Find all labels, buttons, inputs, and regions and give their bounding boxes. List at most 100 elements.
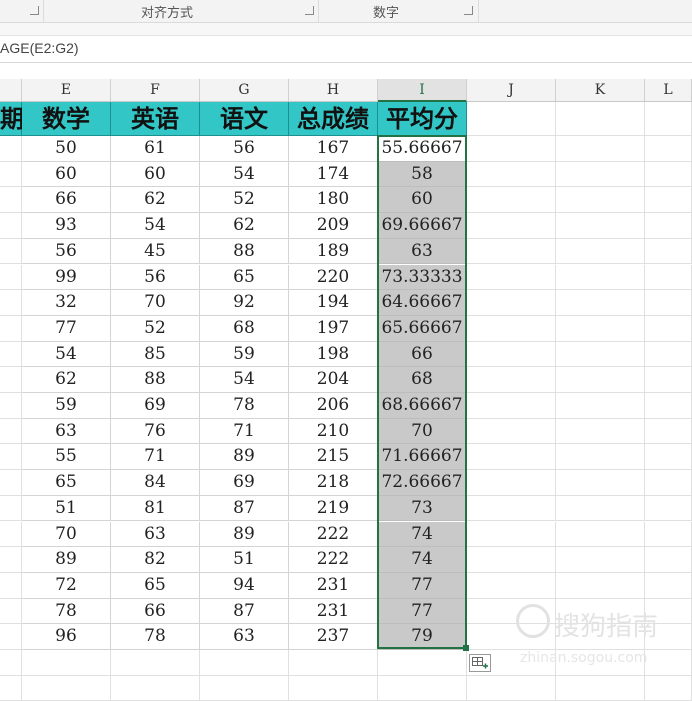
empty-cell[interactable]	[645, 470, 692, 496]
cell-e[interactable]: 51	[22, 495, 111, 522]
cell-e[interactable]: 66	[22, 187, 111, 214]
empty-cell[interactable]	[556, 161, 645, 188]
cell-h[interactable]: 206	[289, 393, 378, 419]
cell-f[interactable]: 61	[111, 136, 200, 162]
empty-cell[interactable]	[645, 418, 692, 445]
empty-cell[interactable]	[467, 393, 556, 419]
dialog-launcher-icon[interactable]	[305, 6, 314, 15]
dialog-launcher-icon[interactable]	[30, 6, 39, 15]
empty-cell[interactable]	[556, 213, 645, 239]
empty-cell[interactable]	[378, 650, 467, 676]
cell-e[interactable]: 50	[22, 136, 111, 162]
cell-f[interactable]: 78	[111, 624, 200, 650]
column-header-f[interactable]: F	[111, 79, 200, 102]
empty-cell[interactable]	[556, 238, 645, 265]
header-cell-chinese[interactable]: 语文	[200, 102, 289, 136]
empty-cell[interactable]	[645, 675, 692, 701]
cell-h[interactable]: 222	[289, 521, 378, 548]
empty-cell[interactable]	[556, 675, 645, 701]
empty-cell[interactable]	[645, 187, 692, 214]
cell-g[interactable]: 71	[200, 418, 289, 445]
cell-e[interactable]: 62	[22, 367, 111, 393]
cell-e[interactable]: 55	[22, 444, 111, 471]
empty-cell[interactable]	[0, 264, 22, 291]
cell-e[interactable]: 63	[22, 418, 111, 445]
cell-g[interactable]: 54	[200, 161, 289, 188]
cell-g[interactable]: 62	[200, 213, 289, 239]
empty-cell[interactable]	[0, 161, 22, 188]
cell-e[interactable]: 59	[22, 393, 111, 419]
empty-cell[interactable]	[467, 213, 556, 239]
quick-analysis-button[interactable]	[469, 654, 491, 672]
empty-cell[interactable]	[556, 290, 645, 316]
dialog-launcher-icon[interactable]	[464, 6, 473, 15]
cell-i[interactable]: 77	[378, 572, 467, 599]
cell-f[interactable]: 84	[111, 470, 200, 496]
cell-g[interactable]: 52	[200, 187, 289, 214]
empty-cell[interactable]	[0, 136, 22, 162]
header-cell-total[interactable]: 总成绩	[289, 102, 378, 136]
empty-cell[interactable]	[467, 341, 556, 368]
cell-f[interactable]: 85	[111, 341, 200, 368]
cell-f[interactable]: 71	[111, 444, 200, 471]
cell-f[interactable]: 45	[111, 238, 200, 265]
cell-f[interactable]: 63	[111, 521, 200, 548]
empty-cell[interactable]	[556, 418, 645, 445]
cell-g[interactable]: 63	[200, 624, 289, 650]
empty-cell[interactable]	[556, 444, 645, 471]
empty-cell[interactable]	[645, 213, 692, 239]
column-header-d[interactable]	[0, 79, 22, 102]
cell-i[interactable]: 79	[378, 624, 467, 650]
empty-cell[interactable]	[467, 290, 556, 316]
empty-cell[interactable]	[645, 572, 692, 599]
empty-cell[interactable]	[467, 675, 556, 701]
empty-cell[interactable]	[289, 675, 378, 701]
empty-cell[interactable]	[556, 547, 645, 573]
cell-f[interactable]: 82	[111, 547, 200, 573]
empty-cell[interactable]	[0, 495, 22, 522]
empty-cell[interactable]	[111, 675, 200, 701]
empty-cell[interactable]	[0, 470, 22, 496]
cell-g[interactable]: 92	[200, 290, 289, 316]
cell-g[interactable]: 87	[200, 495, 289, 522]
cell-h[interactable]: 231	[289, 572, 378, 599]
cell-f[interactable]: 60	[111, 161, 200, 188]
cell-e[interactable]: 77	[22, 315, 111, 342]
empty-cell[interactable]	[645, 290, 692, 316]
cell-g[interactable]: 56	[200, 136, 289, 162]
empty-cell[interactable]	[467, 136, 556, 162]
cell-g[interactable]: 89	[200, 444, 289, 471]
cell-h[interactable]: 189	[289, 238, 378, 265]
column-header-i[interactable]: I	[378, 79, 467, 102]
cell-e[interactable]: 60	[22, 161, 111, 188]
cell-h[interactable]: 220	[289, 264, 378, 291]
empty-cell[interactable]	[0, 341, 22, 368]
empty-cell[interactable]	[645, 650, 692, 676]
cell-h[interactable]: 174	[289, 161, 378, 188]
cell-g[interactable]: 88	[200, 238, 289, 265]
cell-f[interactable]: 54	[111, 213, 200, 239]
empty-cell[interactable]	[645, 102, 692, 136]
cell-f[interactable]: 65	[111, 572, 200, 599]
empty-cell[interactable]	[467, 547, 556, 573]
cell-f[interactable]: 66	[111, 598, 200, 625]
empty-cell[interactable]	[645, 547, 692, 573]
cell-g[interactable]: 87	[200, 598, 289, 625]
empty-cell[interactable]	[556, 367, 645, 393]
cell-i[interactable]: 74	[378, 521, 467, 548]
cell-i[interactable]: 71.66667	[378, 444, 467, 471]
cell-i[interactable]: 64.66667	[378, 290, 467, 316]
empty-cell[interactable]	[556, 521, 645, 548]
cell-i[interactable]: 58	[378, 161, 467, 188]
empty-cell[interactable]	[467, 470, 556, 496]
cell-f[interactable]: 88	[111, 367, 200, 393]
empty-cell[interactable]	[0, 367, 22, 393]
formula-text[interactable]: AGE(E2:G2)	[0, 40, 79, 56]
empty-cell[interactable]	[467, 315, 556, 342]
cell-i[interactable]: 60	[378, 187, 467, 214]
empty-cell[interactable]	[467, 187, 556, 214]
empty-cell[interactable]	[556, 264, 645, 291]
empty-cell[interactable]	[467, 161, 556, 188]
empty-cell[interactable]	[645, 161, 692, 188]
empty-cell[interactable]	[467, 264, 556, 291]
